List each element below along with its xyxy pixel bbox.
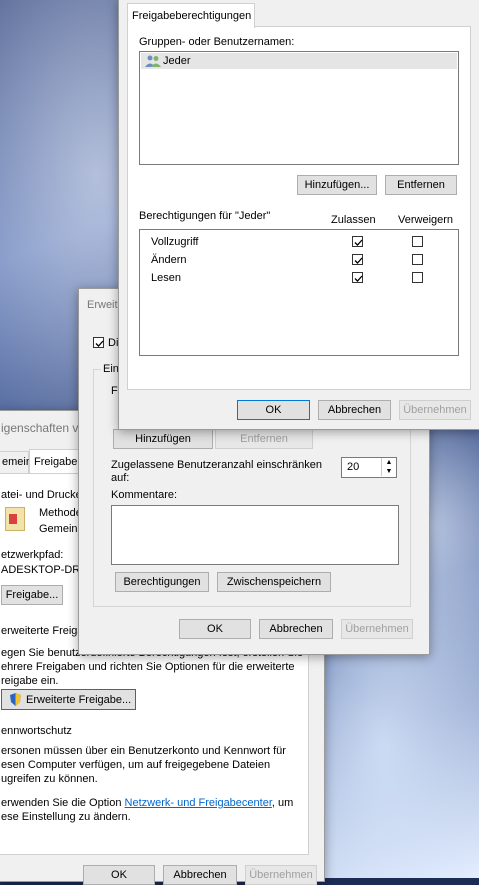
perm-name-change: Ändern	[151, 254, 187, 266]
method-label: Methode	[39, 507, 82, 519]
allow-full-checkbox[interactable]	[352, 236, 363, 247]
advanced-title: Erweit	[87, 299, 118, 311]
adv-cancel-button[interactable]: Abbrechen	[259, 619, 333, 639]
group-item-label: Jeder	[163, 55, 191, 67]
permissions-for-label: Berechtigungen für "Jeder"	[139, 210, 271, 222]
props-apply-button: Übernehmen	[245, 865, 317, 885]
adv-apply-button: Übernehmen	[341, 619, 413, 639]
props-cancel-button[interactable]: Abbrechen	[163, 865, 237, 885]
comments-field[interactable]	[111, 505, 399, 565]
add-share-button[interactable]: Hinzufügen	[113, 429, 213, 449]
share-folder-label: Di	[108, 337, 119, 349]
perm-name-read: Lesen	[151, 272, 181, 284]
permissions-window: Freigabeberechtigungen Gruppen- oder Ben…	[118, 0, 479, 430]
deny-change-checkbox[interactable]	[412, 254, 423, 265]
groups-label: Gruppen- oder Benutzernamen:	[139, 36, 295, 48]
password-title: ennwortschutz	[1, 725, 72, 737]
spin-down-icon[interactable]: ▼	[381, 467, 396, 476]
limit-users-label-2: auf:	[111, 472, 130, 484]
allow-header: Zulassen	[331, 214, 376, 226]
password-text-4: erwenden Sie die Option Netzwerk- und Fr…	[1, 797, 293, 809]
group-item-jeder[interactable]: Jeder	[141, 53, 457, 69]
password-text-1: ersonen müssen über ein Benutzerkonto un…	[1, 745, 286, 757]
advanced-sharing-title: erweiterte Freigab	[1, 625, 90, 637]
props-ok-button[interactable]: OK	[83, 865, 155, 885]
perm-apply-button: Übernehmen	[399, 400, 471, 420]
deny-full-checkbox[interactable]	[412, 236, 423, 247]
perm-add-button[interactable]: Hinzufügen...	[297, 175, 377, 195]
permissions-list	[139, 229, 459, 356]
users-icon	[145, 55, 161, 67]
password-text-5: ese Einstellung zu ändern.	[1, 811, 131, 823]
tab-sharing[interactable]: Freigabe	[29, 449, 81, 475]
properties-title: igenschaften v	[1, 421, 79, 435]
comments-label: Kommentare:	[111, 489, 178, 501]
password-text-2: esen Computer verfügen, um auf freigegeb…	[1, 759, 271, 771]
password-text-3: ugreifen zu können.	[1, 773, 98, 785]
tab-general-label: emein	[2, 456, 32, 468]
advanced-sharing-button[interactable]: Erweiterte Freigabe...	[1, 689, 136, 710]
advanced-text-2: ehrere Freigaben und richten Sie Optione…	[1, 661, 295, 673]
tab-general[interactable]: emein	[0, 451, 32, 474]
groups-list[interactable]: Jeder	[139, 51, 459, 165]
deny-read-checkbox[interactable]	[412, 272, 423, 283]
perm-remove-button[interactable]: Entfernen	[385, 175, 457, 195]
user-limit-value: 20	[347, 461, 360, 473]
tab-sharing-label: Freigabe	[34, 456, 78, 468]
network-path-label: etzwerkpfad:	[1, 549, 64, 561]
limit-users-label-1: Zugelassene Benutzeranzahl einschränken	[111, 459, 322, 471]
user-limit-spinner[interactable]: 20 ▲ ▼	[341, 457, 397, 478]
password-text-4-post: , um	[271, 797, 294, 809]
perm-cancel-button[interactable]: Abbrechen	[318, 400, 391, 420]
network-center-link[interactable]: Netzwerk- und Freigabecenter	[125, 797, 272, 809]
allow-read-checkbox[interactable]	[352, 272, 363, 283]
share-button[interactable]: Freigabe...	[1, 585, 63, 605]
tab-share-permissions-label: Freigabeberechtigungen	[132, 10, 252, 22]
shared-label: Gemeins	[39, 523, 84, 535]
perm-ok-button[interactable]: OK	[237, 400, 310, 420]
adv-ok-button[interactable]: OK	[179, 619, 251, 639]
permissions-button[interactable]: Berechtigungen	[115, 572, 209, 592]
advanced-sharing-button-label: Erweiterte Freigabe...	[26, 694, 132, 706]
password-text-4-pre: erwenden Sie die Option	[1, 797, 125, 809]
shared-folder-icon	[5, 507, 25, 531]
caching-button[interactable]: Zwischenspeichern	[217, 572, 331, 592]
advanced-text-3: reigabe ein.	[1, 675, 59, 687]
section-file-printer: atei- und Drucke	[1, 489, 82, 501]
shield-icon	[10, 693, 21, 706]
perm-name-full: Vollzugriff	[151, 236, 199, 248]
network-path-value: ADESKTOP-DRM	[1, 564, 90, 576]
remove-share-button: Entfernen	[215, 429, 313, 449]
tab-share-permissions[interactable]: Freigabeberechtigungen	[127, 3, 255, 28]
deny-header: Verweigern	[398, 214, 454, 226]
spin-up-icon[interactable]: ▲	[381, 458, 396, 467]
share-folder-checkbox[interactable]	[93, 337, 104, 348]
allow-change-checkbox[interactable]	[352, 254, 363, 265]
